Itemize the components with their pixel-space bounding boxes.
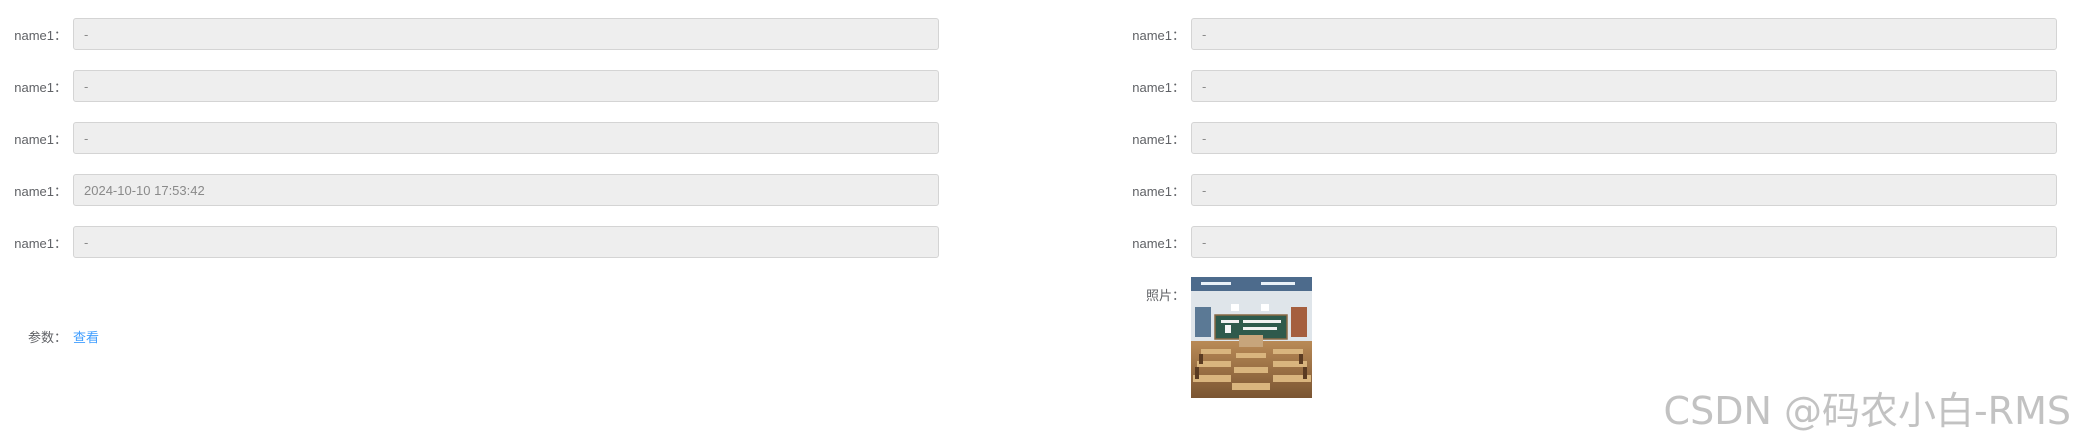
field-label: name1： <box>1132 79 1185 95</box>
field-label: name1： <box>14 235 67 251</box>
field-label: name1： <box>1132 131 1185 147</box>
field-label: name1： <box>14 27 67 43</box>
photo-label: 照片： <box>1145 288 1185 303</box>
field-label: name1： <box>14 79 67 95</box>
field-input[interactable]: - <box>73 70 939 102</box>
field-input[interactable]: - <box>73 226 939 258</box>
field-label: name1： <box>1132 27 1185 43</box>
field-row: name1： - <box>1118 69 2057 103</box>
field-label: name1： <box>14 131 67 147</box>
field-row: name1： 2024-10-10 17:53:42 <box>0 173 939 207</box>
field-row: name1： - <box>1118 173 2057 207</box>
datetime-field-input[interactable]: 2024-10-10 17:53:42 <box>73 174 939 206</box>
field-row: name1： - <box>0 121 939 155</box>
field-input[interactable]: - <box>1191 122 2057 154</box>
field-input[interactable]: - <box>73 122 939 154</box>
param-row: 参数： 查看 <box>0 324 99 348</box>
classroom-photo-image <box>1191 277 1312 398</box>
param-label: 参数： <box>27 329 67 345</box>
field-row: name1： - <box>1118 121 2057 155</box>
field-row: name1： - <box>0 69 939 103</box>
classroom-photo[interactable] <box>1191 277 1312 398</box>
field-row: name1： - <box>1118 225 2057 259</box>
field-label: name1： <box>1132 235 1185 251</box>
field-input[interactable]: - <box>73 18 939 50</box>
field-input[interactable]: - <box>1191 18 2057 50</box>
field-label: name1： <box>1132 183 1185 199</box>
field-row: name1： - <box>0 17 939 51</box>
field-input[interactable]: - <box>1191 226 2057 258</box>
field-input[interactable]: - <box>1191 70 2057 102</box>
csdn-watermark: CSDN @码农小白-RMS <box>1663 389 2071 433</box>
photo-row: 照片： <box>1118 277 1312 398</box>
field-label: name1： <box>14 183 67 199</box>
view-params-link[interactable]: 查看 <box>73 327 99 346</box>
field-row: name1： - <box>1118 17 2057 51</box>
field-row: name1： - <box>0 225 939 259</box>
field-input[interactable]: - <box>1191 174 2057 206</box>
